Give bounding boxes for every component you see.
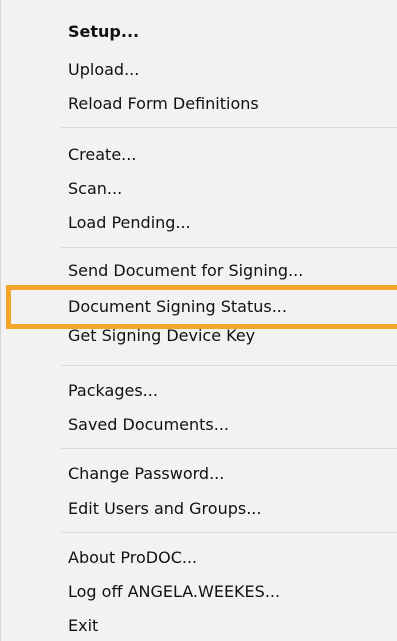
menu-separator <box>61 247 397 248</box>
menu-item-document-signing-status[interactable]: Document Signing Status... <box>1 291 397 323</box>
menu-item-create[interactable]: Create... <box>1 139 397 171</box>
menu-item-about-prodoc[interactable]: About ProDOC... <box>1 542 397 574</box>
menu-separator <box>61 532 397 533</box>
menu-separator <box>61 365 397 366</box>
menu-item-scan[interactable]: Scan... <box>1 173 397 205</box>
menu-item-log-off[interactable]: Log off ANGELA.WEEKES... <box>1 576 397 608</box>
menu-item-edit-users-and-groups[interactable]: Edit Users and Groups... <box>1 493 397 525</box>
menu-item-upload[interactable]: Upload... <box>1 54 397 86</box>
menu-item-exit[interactable]: Exit <box>1 610 397 641</box>
menu-separator <box>61 127 397 128</box>
menu-separator <box>61 448 397 449</box>
menu-item-setup[interactable]: Setup... <box>1 16 397 48</box>
menu-item-saved-documents[interactable]: Saved Documents... <box>1 409 397 441</box>
menu-item-send-document-for-signing[interactable]: Send Document for Signing... <box>1 255 397 287</box>
menu-item-reload-form-definitions[interactable]: Reload Form Definitions <box>1 88 397 120</box>
menu-item-packages[interactable]: Packages... <box>1 375 397 407</box>
menu-item-change-password[interactable]: Change Password... <box>1 458 397 490</box>
context-menu: Setup... Upload... Reload Form Definitio… <box>0 0 397 641</box>
menu-item-get-signing-device-key[interactable]: Get Signing Device Key <box>1 326 397 346</box>
menu-item-load-pending[interactable]: Load Pending... <box>1 207 397 239</box>
